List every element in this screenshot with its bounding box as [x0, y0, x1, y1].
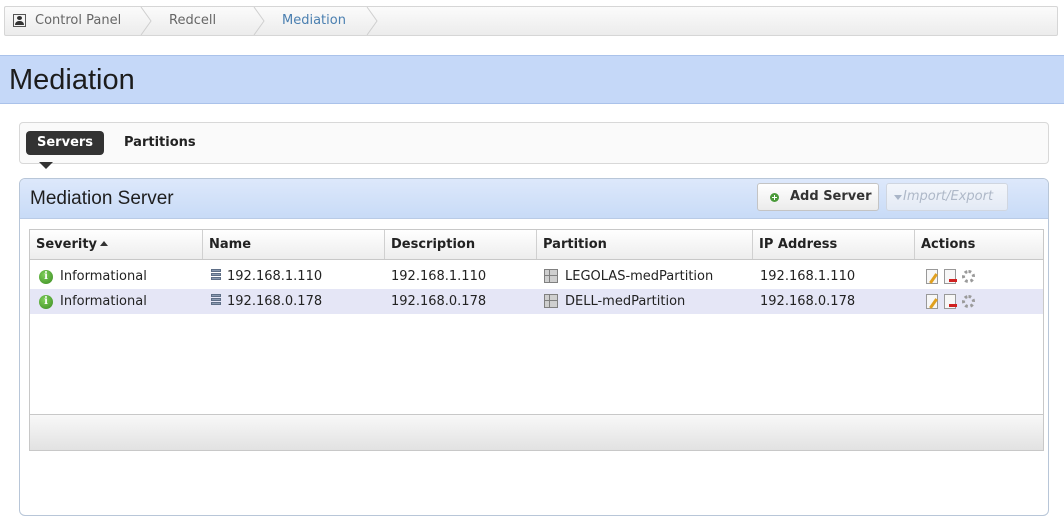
severity-cell: Informational [60, 269, 147, 284]
partition-icon [544, 269, 558, 283]
tab-bar: Servers Partitions [19, 122, 1049, 164]
severity-cell: Informational [60, 294, 147, 309]
column-header-label: Actions [921, 237, 976, 252]
column-header-label: Partition [543, 237, 607, 252]
name-cell[interactable]: 192.168.1.110 [227, 264, 322, 289]
import-export-label: Import/Export [903, 189, 994, 204]
partition-cell[interactable]: DELL-medPartition [565, 289, 685, 314]
table-row[interactable]: Informational 192.168.0.178 192.168.0.17… [30, 289, 1043, 314]
sort-ascending-icon [100, 241, 109, 246]
selected-tab-pointer [39, 162, 53, 169]
server-icon [211, 294, 221, 308]
column-header-name[interactable]: Name [202, 230, 384, 259]
breadcrumb-item-redcell[interactable]: Redcell [169, 7, 216, 35]
table-row[interactable]: Informational 192.168.1.110 192.168.1.11… [30, 264, 1043, 289]
partition-cell[interactable]: LEGOLAS-medPartition [565, 264, 713, 289]
partition-icon [544, 294, 558, 308]
delete-icon[interactable] [944, 269, 957, 284]
column-header-label: Name [209, 237, 252, 252]
add-server-label: Add Server [790, 189, 872, 204]
ip-address-cell: 192.168.0.178 [760, 294, 856, 309]
page-header: Mediation [0, 55, 1064, 104]
column-header-actions: Actions [914, 230, 1043, 259]
delete-icon[interactable] [944, 294, 957, 309]
caret-down-icon [894, 195, 902, 200]
servers-table: Severity Name Description Partition IP A… [29, 229, 1044, 451]
description-cell: 192.168.1.110 [391, 269, 487, 284]
server-icon [211, 269, 221, 283]
breadcrumb-item-mediation[interactable]: Mediation [282, 7, 346, 35]
mediation-server-panel: Mediation Server Add Server Import/Expor… [19, 178, 1049, 516]
tab-servers[interactable]: Servers [26, 131, 105, 155]
user-home-icon[interactable] [13, 14, 26, 27]
panel-title: Mediation Server [30, 188, 174, 209]
import-export-button[interactable]: Import/Export [886, 183, 1008, 211]
gear-icon[interactable] [962, 270, 975, 283]
page-title: Mediation [9, 64, 135, 96]
column-header-ip-address[interactable]: IP Address [752, 230, 914, 259]
table-header: Severity Name Description Partition IP A… [30, 230, 1043, 260]
edit-icon[interactable] [926, 269, 938, 284]
column-header-severity[interactable]: Severity [30, 230, 202, 259]
plus-icon [770, 193, 779, 202]
panel-header: Mediation Server Add Server Import/Expor… [20, 179, 1048, 219]
table-footer [30, 414, 1043, 450]
edit-icon[interactable] [926, 294, 938, 309]
ip-address-cell: 192.168.1.110 [760, 269, 856, 284]
tab-partitions[interactable]: Partitions [124, 131, 196, 155]
breadcrumb-separator-icon [140, 7, 152, 35]
column-header-label: Severity [36, 237, 98, 252]
add-server-button[interactable]: Add Server [757, 183, 879, 211]
column-header-label: Description [391, 237, 476, 252]
column-header-description[interactable]: Description [384, 230, 536, 259]
info-icon [39, 295, 53, 309]
name-cell[interactable]: 192.168.0.178 [227, 289, 322, 314]
breadcrumb-item-control-panel[interactable]: Control Panel [35, 7, 121, 35]
info-icon [39, 270, 53, 284]
breadcrumb-separator-icon [366, 7, 378, 35]
column-header-partition[interactable]: Partition [536, 230, 752, 259]
breadcrumb: Control Panel Redcell Mediation [4, 6, 1058, 36]
gear-icon[interactable] [962, 295, 975, 308]
breadcrumb-separator-icon [253, 7, 265, 35]
column-header-label: IP Address [759, 237, 838, 252]
description-cell: 192.168.0.178 [391, 294, 487, 309]
